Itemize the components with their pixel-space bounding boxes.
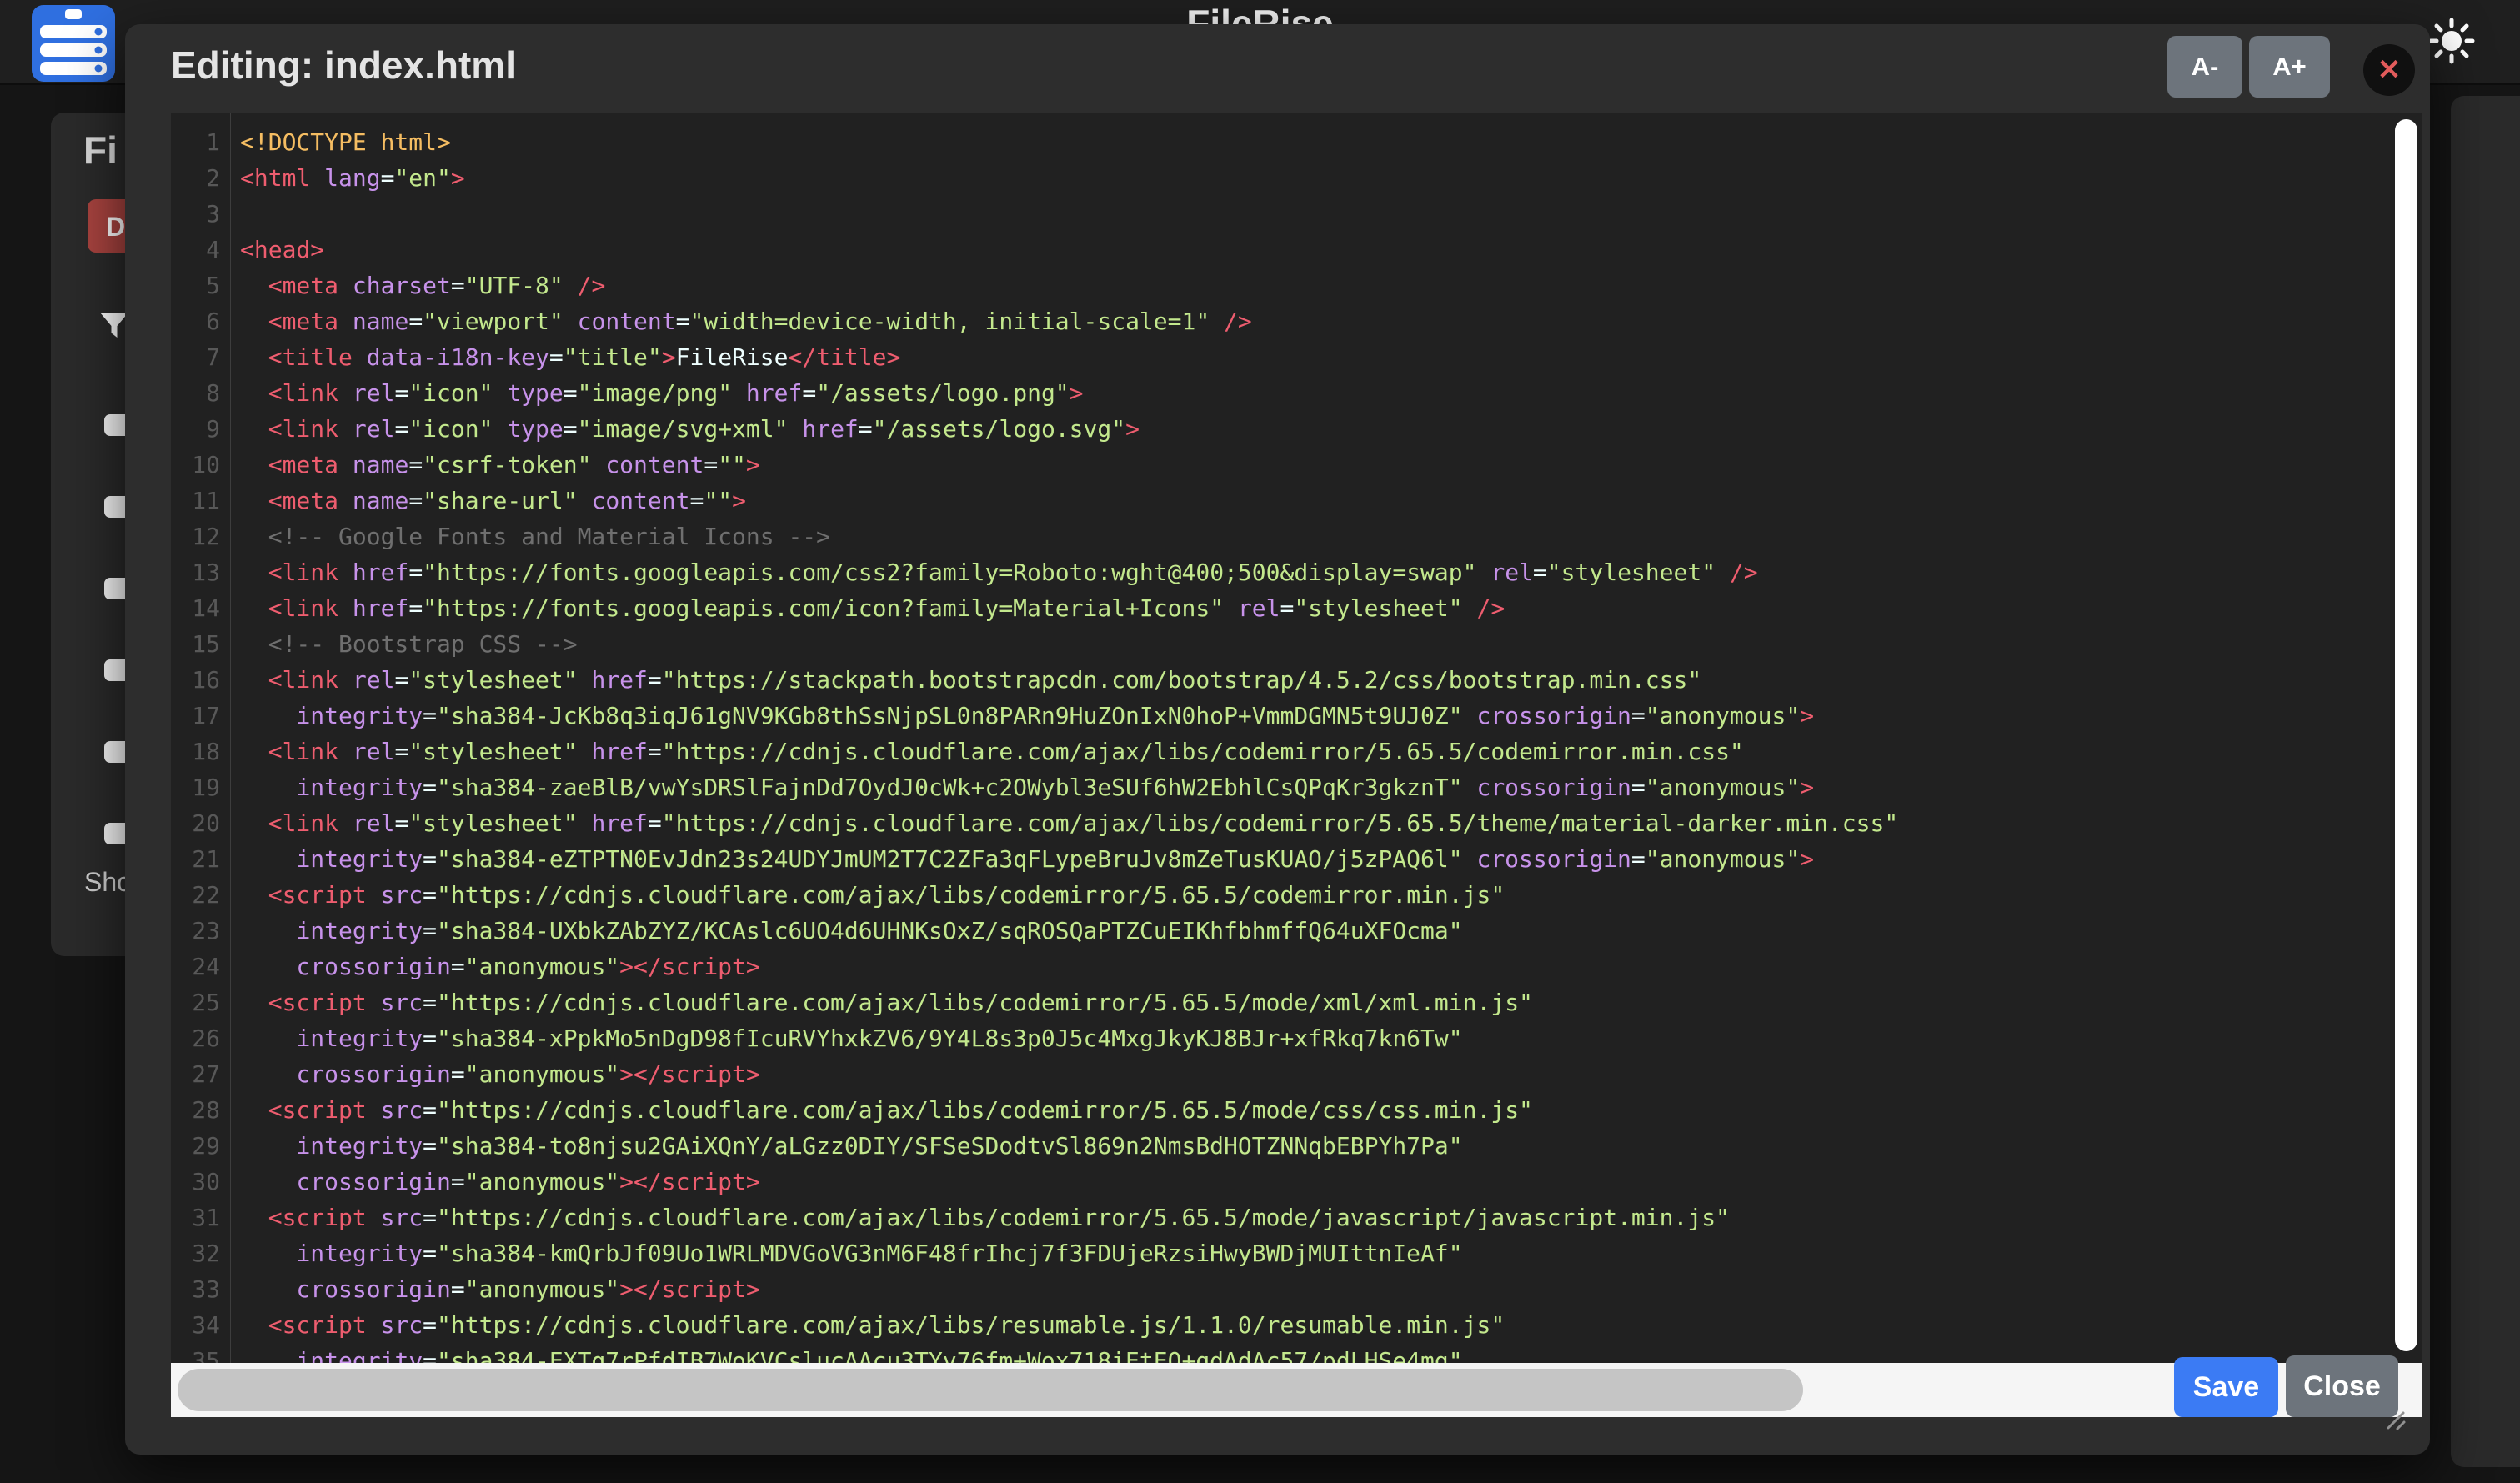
code-line: <link rel="stylesheet" href="https://cdn… <box>240 805 2422 841</box>
line-number: 32 <box>171 1235 230 1271</box>
line-number: 22 <box>171 877 230 913</box>
line-number: 30 <box>171 1164 230 1200</box>
editor-gutter: 1234567891011121314151617181920212223242… <box>171 113 231 1363</box>
editor-vertical-scrollbar[interactable] <box>2395 119 2417 1351</box>
code-line: integrity="sha384-JcKb8q3iqJ61gNV9KGb8th… <box>240 698 2422 734</box>
code-line: integrity="sha384-zaeBlB/vwYsDRSlFajnDd7… <box>240 769 2422 805</box>
code-line: <meta name="viewport" content="width=dev… <box>240 303 2422 339</box>
code-line: <link href="https://fonts.googleapis.com… <box>240 554 2422 590</box>
line-number: 26 <box>171 1020 230 1056</box>
line-number: 11 <box>171 483 230 519</box>
code-line: <script src="https://cdnjs.cloudflare.co… <box>240 877 2422 913</box>
line-number: 28 <box>171 1092 230 1128</box>
line-number: 8 <box>171 375 230 411</box>
line-number: 19 <box>171 769 230 805</box>
line-number: 18 <box>171 734 230 769</box>
code-line: <link href="https://fonts.googleapis.com… <box>240 590 2422 626</box>
code-line: integrity="sha384-to8njsu2GAiXQnY/aLGzz0… <box>240 1128 2422 1164</box>
line-number: 14 <box>171 590 230 626</box>
code-line: integrity="sha384-EXTg7rPfdIB7WoKVCslucA… <box>240 1343 2422 1363</box>
line-number: 5 <box>171 268 230 303</box>
line-number: 17 <box>171 698 230 734</box>
line-number: 20 <box>171 805 230 841</box>
save-button[interactable]: Save <box>2174 1357 2278 1417</box>
font-increase-button[interactable]: A+ <box>2249 36 2330 98</box>
line-number: 33 <box>171 1271 230 1307</box>
code-line: <html lang="en"> <box>240 160 2422 196</box>
line-number: 15 <box>171 626 230 662</box>
line-number: 24 <box>171 949 230 984</box>
code-line: <head> <box>240 232 2422 268</box>
edit-file-modal: Editing: index.html A- A+ ✕ 123456789101… <box>125 24 2430 1455</box>
line-number: 2 <box>171 160 230 196</box>
font-decrease-button[interactable]: A- <box>2167 36 2242 98</box>
scrollbar-thumb[interactable] <box>178 1369 1803 1411</box>
line-number: 34 <box>171 1307 230 1343</box>
line-number: 29 <box>171 1128 230 1164</box>
line-number: 6 <box>171 303 230 339</box>
code-editor[interactable]: 1234567891011121314151617181920212223242… <box>171 113 2422 1417</box>
code-line: <link rel="stylesheet" href="https://cdn… <box>240 734 2422 769</box>
code-line: crossorigin="anonymous"></script> <box>240 949 2422 984</box>
code-line: crossorigin="anonymous"></script> <box>240 1164 2422 1200</box>
code-line: <meta name="share-url" content=""> <box>240 483 2422 519</box>
code-line: <!-- Bootstrap CSS --> <box>240 626 2422 662</box>
line-number: 7 <box>171 339 230 375</box>
modal-title: Editing: index.html <box>171 43 516 88</box>
sidebar-heading: Fi <box>83 128 118 173</box>
code-line: <script src="https://cdnjs.cloudflare.co… <box>240 1092 2422 1128</box>
editor-horizontal-scrollbar[interactable] <box>171 1363 2422 1417</box>
line-number: 4 <box>171 232 230 268</box>
line-number: 1 <box>171 124 230 160</box>
line-number: 35 <box>171 1343 230 1363</box>
line-number: 16 <box>171 662 230 698</box>
code-line: <title data-i18n-key="title">FileRise</t… <box>240 339 2422 375</box>
line-number: 3 <box>171 196 230 232</box>
code-line: <link rel="icon" type="image/png" href="… <box>240 375 2422 411</box>
code-line: integrity="sha384-eZTPTN0EvJdn23s24UDYJm… <box>240 841 2422 877</box>
code-lines[interactable]: <!DOCTYPE html><html lang="en"> <head> <m… <box>232 113 2422 1363</box>
line-number: 27 <box>171 1056 230 1092</box>
line-number: 12 <box>171 519 230 554</box>
code-line: integrity="sha384-UXbkZAbZYZ/KCAslc6UO4d… <box>240 913 2422 949</box>
code-line <box>240 196 2422 232</box>
code-line: <script src="https://cdnjs.cloudflare.co… <box>240 1200 2422 1235</box>
line-number: 13 <box>171 554 230 590</box>
code-line: crossorigin="anonymous"></script> <box>240 1056 2422 1092</box>
code-line: crossorigin="anonymous"></script> <box>240 1271 2422 1307</box>
code-line: integrity="sha384-kmQrbJf09Uo1WRLMDVGoVG… <box>240 1235 2422 1271</box>
line-number: 9 <box>171 411 230 447</box>
code-line: integrity="sha384-xPpkMo5nDgD98fIcuRVYhx… <box>240 1020 2422 1056</box>
code-line: <link rel="icon" type="image/svg+xml" hr… <box>240 411 2422 447</box>
line-number: 25 <box>171 984 230 1020</box>
code-line: <link rel="stylesheet" href="https://sta… <box>240 662 2422 698</box>
resize-handle-icon[interactable] <box>2380 1405 2408 1433</box>
code-line: <!DOCTYPE html> <box>240 124 2422 160</box>
sun-icon[interactable] <box>2427 17 2476 65</box>
code-line: <script src="https://cdnjs.cloudflare.co… <box>240 1307 2422 1343</box>
line-number: 31 <box>171 1200 230 1235</box>
line-number: 23 <box>171 913 230 949</box>
code-line: <meta charset="UTF-8" /> <box>240 268 2422 303</box>
code-line: <script src="https://cdnjs.cloudflare.co… <box>240 984 2422 1020</box>
close-icon[interactable]: ✕ <box>2363 44 2415 96</box>
content-panel <box>2451 96 2520 1467</box>
line-number: 10 <box>171 447 230 483</box>
code-line: <!-- Google Fonts and Material Icons --> <box>240 519 2422 554</box>
code-line: <meta name="csrf-token" content=""> <box>240 447 2422 483</box>
line-number: 21 <box>171 841 230 877</box>
